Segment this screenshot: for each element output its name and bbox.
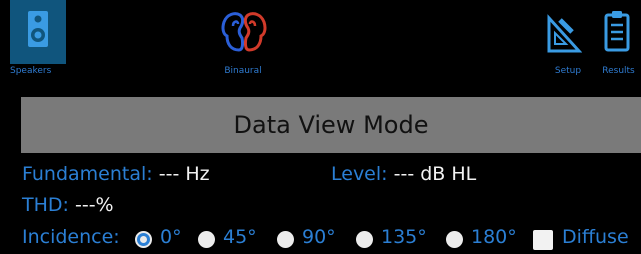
incidence-option-135-label: 135°	[381, 226, 427, 248]
incidence-option-0-label: 0°	[160, 226, 182, 248]
incidence-option-180-label: 180°	[471, 226, 517, 248]
speakers-label: Speakers	[10, 66, 52, 76]
binaural-tool[interactable]: Binaural	[205, 0, 281, 90]
incidence-radio-180[interactable]	[446, 231, 463, 248]
incidence-option-45-label: 45°	[223, 226, 257, 248]
setup-tool[interactable]: Setup	[540, 0, 596, 90]
toolbar: Speakers Binaural Setup Results	[0, 0, 641, 90]
ears-icon	[221, 12, 267, 52]
results-label: Results	[602, 66, 635, 76]
data-view-mode-banner: Data View Mode	[21, 97, 641, 153]
fundamental-label: Fundamental:	[22, 163, 153, 185]
binaural-label: Binaural	[224, 66, 262, 76]
incidence-radio-45[interactable]	[198, 231, 215, 248]
setup-label: Setup	[554, 66, 582, 76]
incidence-option-90-label: 90°	[302, 226, 336, 248]
fundamental-row: Fundamental: --- Hz	[22, 163, 210, 185]
speakers-tool[interactable]: Speakers	[10, 0, 66, 90]
incidence-radio-90[interactable]	[277, 231, 294, 248]
incidence-radio-135[interactable]	[356, 231, 373, 248]
fundamental-value: --- Hz	[158, 163, 210, 185]
incidence-radio-0[interactable]	[135, 231, 152, 248]
level-value: --- dB HL	[393, 163, 477, 185]
clipboard-icon	[604, 11, 630, 52]
setup-icon	[547, 14, 582, 53]
level-label: Level:	[331, 163, 388, 185]
thd-row: THD: ---%	[22, 194, 114, 216]
level-row: Level: --- dB HL	[331, 163, 476, 185]
thd-value: ---%	[74, 194, 114, 216]
diffuse-label: Diffuse	[562, 226, 629, 248]
speaker-icon	[28, 11, 48, 47]
diffuse-checkbox[interactable]	[533, 230, 553, 250]
thd-label: THD:	[22, 194, 69, 216]
results-tool[interactable]: Results	[596, 0, 641, 90]
incidence-label: Incidence:	[22, 226, 120, 248]
